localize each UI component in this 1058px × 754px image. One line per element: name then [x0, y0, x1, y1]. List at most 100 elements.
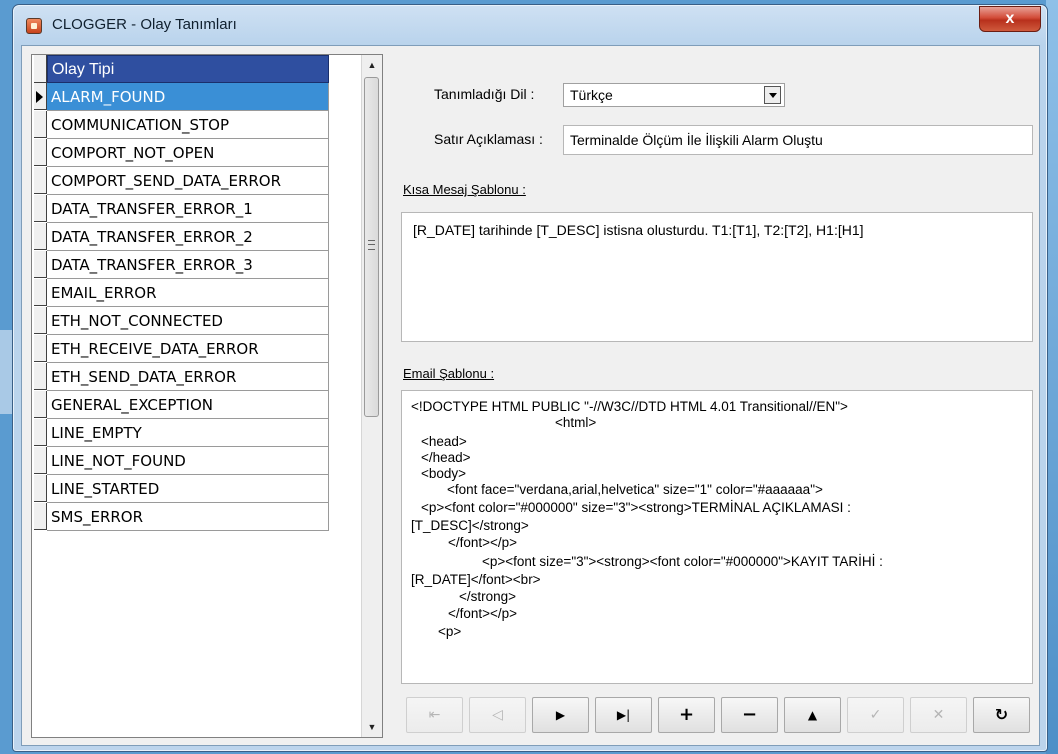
chevron-down-icon[interactable]: [764, 86, 781, 104]
grid-header-row: Olay Tipi: [32, 55, 362, 83]
email-template-line: <font face="verdana,arial,helvetica" siz…: [447, 482, 823, 497]
db-navigator: ⇤ ◁ ▶ ▶| + − ▲ ✓ ✕ ↻: [406, 697, 1030, 735]
sms-template-label: Kısa Mesaj Şablonu :: [403, 182, 526, 197]
first-record-button[interactable]: ⇤: [406, 697, 463, 733]
sms-template-input[interactable]: [R_DATE] tarihinde [T_DESC] istisna olus…: [401, 212, 1033, 342]
table-row[interactable]: LINE_STARTED: [32, 475, 362, 503]
events-window: CLOGGER - Olay Tanımları x Olay Tipi ALA…: [12, 4, 1048, 752]
email-template-line: </strong>: [459, 589, 517, 604]
table-row[interactable]: COMPORT_NOT_OPEN: [32, 139, 362, 167]
row-indicator: [34, 111, 47, 138]
event-type-cell[interactable]: COMMUNICATION_STOP: [47, 111, 329, 139]
post-edit-button[interactable]: ✓: [847, 697, 904, 733]
row-indicator: [34, 447, 47, 474]
event-type-cell[interactable]: DATA_TRANSFER_ERROR_1: [47, 195, 329, 223]
next-record-button[interactable]: ▶: [532, 697, 589, 733]
grip-icon: [368, 240, 375, 250]
event-type-cell[interactable]: EMAIL_ERROR: [47, 279, 329, 307]
current-row-arrow-icon: [36, 91, 43, 103]
table-row[interactable]: DATA_TRANSFER_ERROR_1: [32, 195, 362, 223]
email-template-label: Email Şablonu :: [403, 366, 495, 381]
last-record-button[interactable]: ▶|: [595, 697, 652, 733]
background-strip: [0, 330, 12, 414]
email-template-line: </font></p>: [448, 606, 518, 621]
scroll-down-icon[interactable]: ▼: [362, 717, 382, 737]
table-row[interactable]: LINE_NOT_FOUND: [32, 447, 362, 475]
table-row[interactable]: GENERAL_EXCEPTION: [32, 391, 362, 419]
language-select[interactable]: Türkçe: [563, 83, 785, 107]
event-type-cell[interactable]: COMPORT_SEND_DATA_ERROR: [47, 167, 329, 195]
description-value: Terminalde Ölçüm İle İlişkili Alarm Oluş…: [570, 132, 823, 148]
event-type-cell[interactable]: COMPORT_NOT_OPEN: [47, 139, 329, 167]
edit-record-button[interactable]: ▲: [784, 697, 841, 733]
table-row[interactable]: SMS_ERROR: [32, 503, 362, 531]
refresh-button[interactable]: ↻: [973, 697, 1030, 733]
delete-record-button[interactable]: −: [721, 697, 778, 733]
sms-template-value: [R_DATE] tarihinde [T_DESC] istisna olus…: [413, 222, 864, 238]
row-indicator: [34, 167, 47, 194]
row-indicator: [34, 363, 47, 390]
language-label: Tanımladığı Dil :: [434, 86, 535, 102]
email-template-line: [T_DESC]</strong>: [411, 518, 529, 533]
email-template-line: <html>: [555, 415, 597, 430]
title-bar[interactable]: CLOGGER - Olay Tanımları x: [13, 5, 1047, 45]
row-indicator: [34, 419, 47, 446]
language-value: Türkçe: [570, 87, 613, 103]
event-type-cell[interactable]: DATA_TRANSFER_ERROR_3: [47, 251, 329, 279]
event-type-cell[interactable]: LINE_STARTED: [47, 475, 329, 503]
insert-record-button[interactable]: +: [658, 697, 715, 733]
email-template-line: </font></p>: [448, 535, 518, 550]
email-template-line: <p>: [438, 624, 462, 639]
email-template-line: <p><font color="#000000" size="3"><stron…: [421, 500, 851, 515]
event-type-cell[interactable]: LINE_EMPTY: [47, 419, 329, 447]
row-indicator: [34, 223, 47, 250]
table-row[interactable]: LINE_EMPTY: [32, 419, 362, 447]
cancel-edit-button[interactable]: ✕: [910, 697, 967, 733]
table-row[interactable]: ALARM_FOUND: [32, 83, 362, 111]
table-row[interactable]: DATA_TRANSFER_ERROR_2: [32, 223, 362, 251]
row-indicator: [34, 335, 47, 362]
event-type-cell[interactable]: ETH_RECEIVE_DATA_ERROR: [47, 335, 329, 363]
event-type-cell[interactable]: DATA_TRANSFER_ERROR_2: [47, 223, 329, 251]
row-indicator: [34, 139, 47, 166]
event-type-list: Olay Tipi ALARM_FOUND COMMUNICATION_STOP C…: [31, 54, 383, 738]
table-row[interactable]: DATA_TRANSFER_ERROR_3: [32, 251, 362, 279]
table-row[interactable]: ETH_SEND_DATA_ERROR: [32, 363, 362, 391]
row-indicator: [34, 83, 47, 110]
email-template-line: <body>: [421, 466, 467, 481]
description-input[interactable]: Terminalde Ölçüm İle İlişkili Alarm Oluş…: [563, 125, 1033, 155]
email-template-input[interactable]: <!DOCTYPE HTML PUBLIC "-//W3C//DTD HTML …: [401, 390, 1033, 684]
table-row[interactable]: ETH_NOT_CONNECTED: [32, 307, 362, 335]
prior-record-button[interactable]: ◁: [469, 697, 526, 733]
table-row[interactable]: COMMUNICATION_STOP: [32, 111, 362, 139]
event-type-cell[interactable]: GENERAL_EXCEPTION: [47, 391, 329, 419]
close-button[interactable]: x: [979, 6, 1041, 32]
email-template-line: <head>: [421, 434, 467, 449]
row-indicator: [34, 503, 47, 530]
client-area: Olay Tipi ALARM_FOUND COMMUNICATION_STOP C…: [21, 45, 1040, 746]
event-type-cell[interactable]: ETH_SEND_DATA_ERROR: [47, 363, 329, 391]
table-row[interactable]: ETH_RECEIVE_DATA_ERROR: [32, 335, 362, 363]
event-type-cell[interactable]: ALARM_FOUND: [47, 83, 329, 111]
email-template-line: </head>: [421, 450, 471, 465]
event-type-grid: Olay Tipi ALARM_FOUND COMMUNICATION_STOP C…: [32, 55, 362, 531]
table-row[interactable]: EMAIL_ERROR: [32, 279, 362, 307]
scroll-thumb[interactable]: [364, 77, 379, 417]
email-template-line: <p><font size="3"><strong><font color="#…: [482, 554, 883, 569]
description-label: Satır Açıklaması :: [434, 131, 543, 147]
row-indicator: [34, 279, 47, 306]
event-type-cell[interactable]: ETH_NOT_CONNECTED: [47, 307, 329, 335]
email-template-line: <!DOCTYPE HTML PUBLIC "-//W3C//DTD HTML …: [411, 399, 848, 414]
scroll-up-icon[interactable]: ▲: [362, 55, 382, 75]
row-indicator: [34, 195, 47, 222]
row-indicator: [34, 307, 47, 334]
row-indicator: [34, 55, 47, 83]
window-title: CLOGGER - Olay Tanımları: [52, 16, 237, 33]
row-indicator: [34, 391, 47, 418]
table-row[interactable]: COMPORT_SEND_DATA_ERROR: [32, 167, 362, 195]
email-template-line: [R_DATE]</font><br>: [411, 572, 541, 587]
column-header-olay-tipi[interactable]: Olay Tipi: [47, 55, 329, 83]
event-type-cell[interactable]: LINE_NOT_FOUND: [47, 447, 329, 475]
event-type-cell[interactable]: SMS_ERROR: [47, 503, 329, 531]
list-scrollbar[interactable]: ▲ ▼: [361, 55, 382, 737]
